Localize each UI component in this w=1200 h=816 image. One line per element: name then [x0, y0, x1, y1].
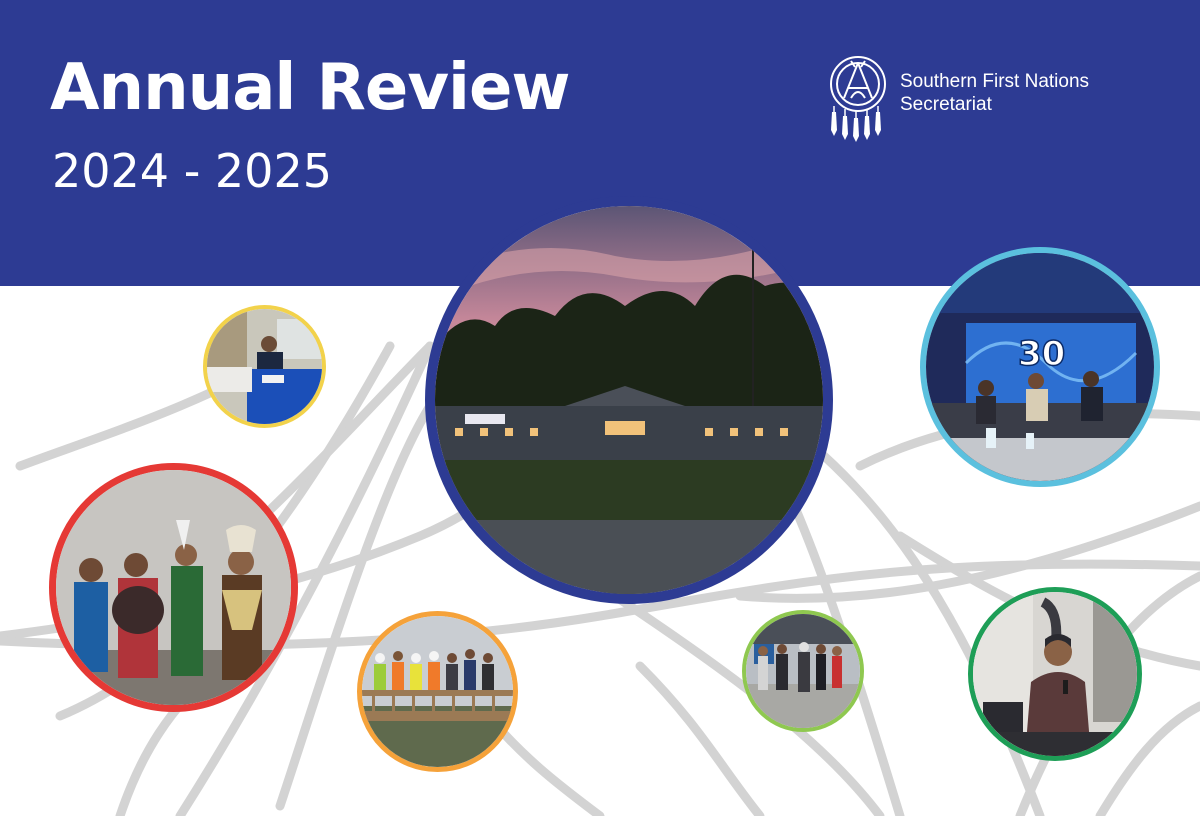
photo-30th-anniversary-stage: 30 — [920, 247, 1160, 487]
photo-construction-deck-group — [357, 611, 518, 772]
photo-speaker-microphone — [968, 587, 1142, 761]
org-name-line2: Secretariat — [900, 94, 992, 115]
dreamcatcher-teepee-logo-icon — [824, 54, 892, 144]
page-title: Annual Review — [50, 51, 570, 125]
page-subtitle: 2024 - 2025 — [52, 144, 332, 198]
photo-regalia-dancers — [49, 463, 298, 712]
photo-office-building-sunset — [425, 196, 833, 604]
stage-sign-text: 30 — [1018, 334, 1065, 374]
org-name: Southern First Nations Secretariat — [900, 70, 1089, 116]
photo-info-booth — [203, 305, 326, 428]
photo-outdoor-gathering — [742, 610, 864, 732]
org-name-line1: Southern First Nations — [900, 71, 1090, 92]
